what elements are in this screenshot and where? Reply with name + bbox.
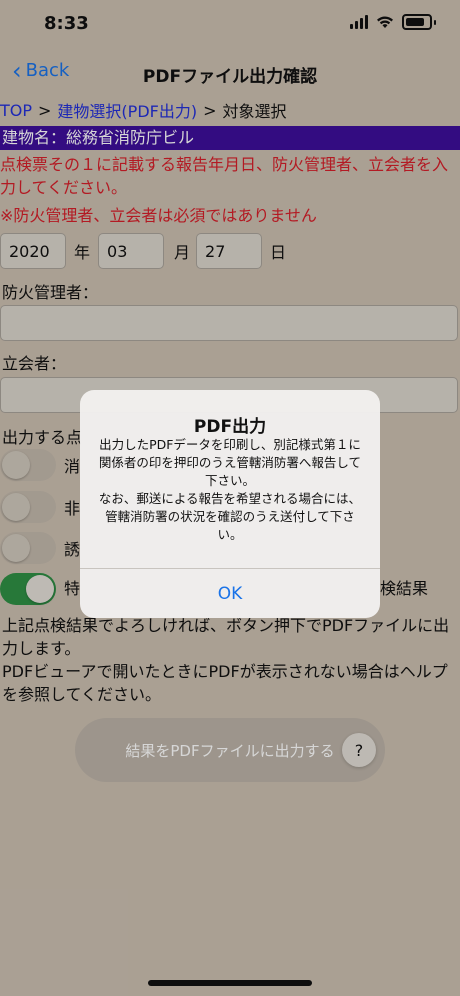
alert-message: 出力したPDFデータを印刷し、別記様式第１に関係者の印を押印のうえ管轄消防署へ報… (98, 437, 362, 542)
pdf-output-alert: PDF出力 出力したPDFデータを印刷し、別記様式第１に関係者の印を押印のうえ管… (80, 390, 380, 618)
alert-ok-button[interactable]: OK (80, 569, 380, 618)
alert-title: PDF出力 (193, 417, 267, 437)
